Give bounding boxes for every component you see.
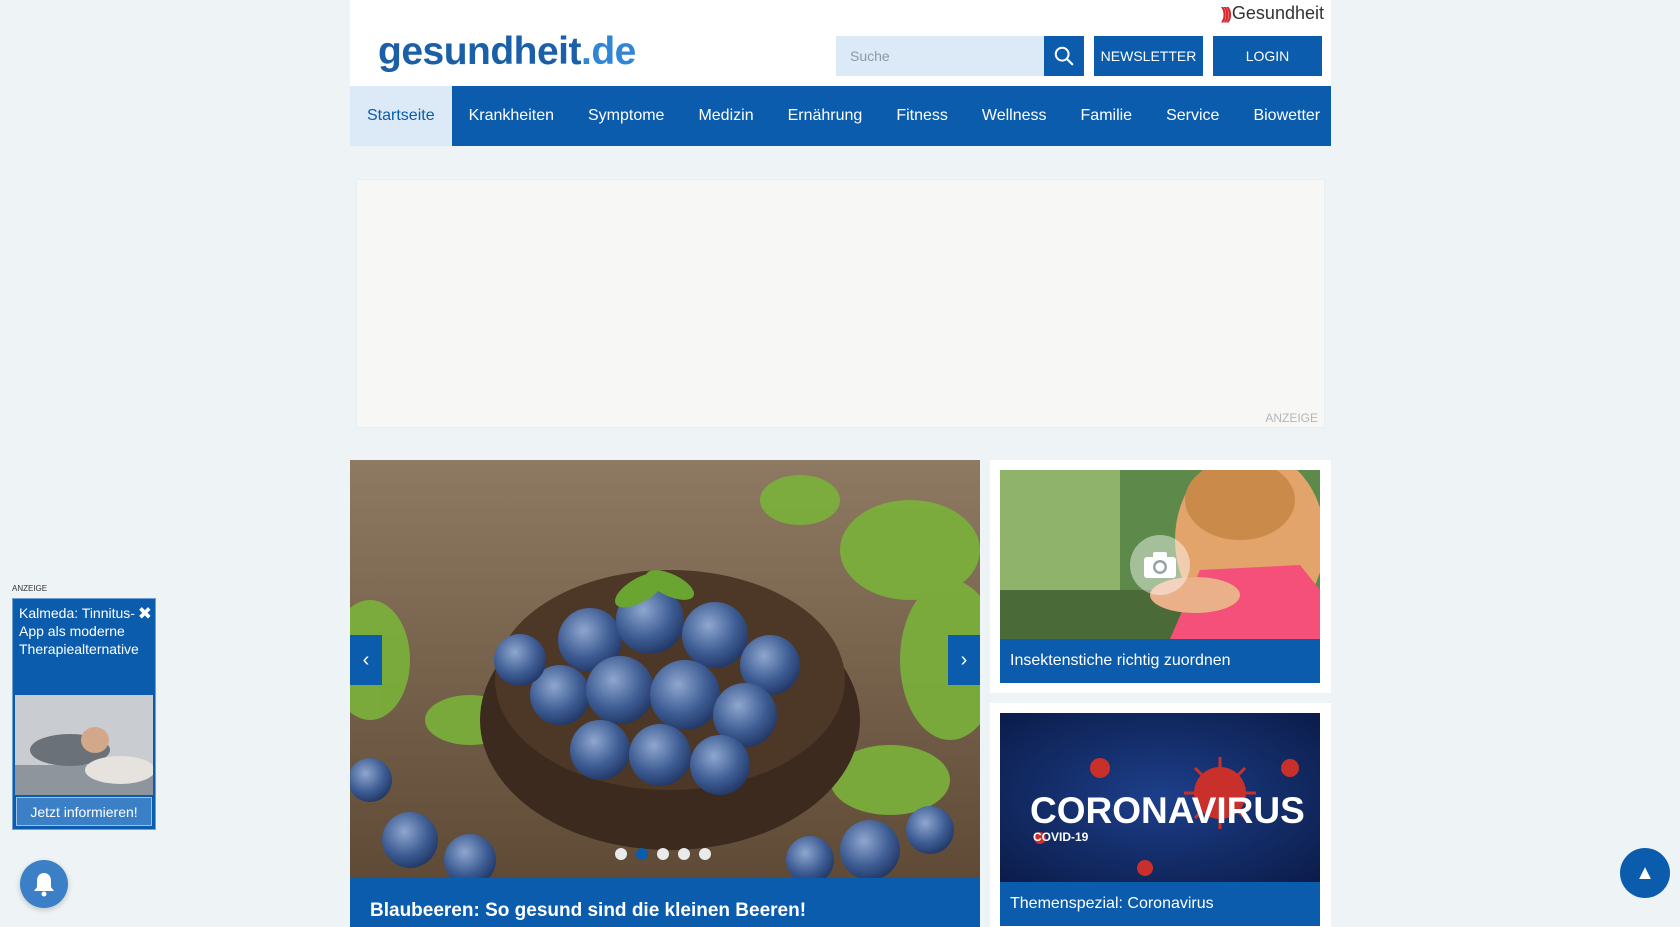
logo-main: gesundheit [378, 30, 582, 73]
search-button[interactable] [1044, 36, 1084, 76]
notification-bell-button[interactable] [20, 860, 68, 908]
bell-icon [34, 873, 54, 897]
nav-item-familie[interactable]: Familie [1064, 86, 1150, 146]
coronavirus-image-title: CORONAVIRUS [1030, 790, 1305, 831]
nav-item-ernaehrung[interactable]: Ernährung [771, 86, 880, 146]
hero-caption[interactable]: Blaubeeren: So gesund sind die kleinen B… [350, 878, 980, 927]
nav-item-biowetter[interactable]: Biowetter [1236, 86, 1337, 146]
insect-bite-image [1000, 470, 1320, 639]
nav-item-symptome[interactable]: Symptome [571, 86, 681, 146]
logo-tld: .de [581, 30, 636, 73]
blueberries-image [350, 460, 980, 878]
slider-dots [615, 848, 711, 860]
close-icon[interactable]: ✖ [138, 604, 152, 624]
slider-prev-button[interactable]: ‹ [350, 635, 382, 685]
brand-marks-icon: ))) [1220, 3, 1232, 23]
main-nav: Startseite Krankheiten Symptome Medizin … [350, 86, 1331, 146]
nav-item-service[interactable]: Service [1149, 86, 1236, 146]
nav-item-medizin[interactable]: Medizin [681, 86, 770, 146]
site-header: ))) Gesundheit gesundheit.de NEWSLETTER … [350, 0, 1331, 86]
nav-item-krankheiten[interactable]: Krankheiten [452, 86, 571, 146]
teaser-card-coronavirus[interactable]: CORONAVIRUS COVID-19 Themenspezial: Coro… [990, 703, 1331, 927]
coronavirus-image-subtitle: COVID-19 [1033, 830, 1089, 844]
slider-dot[interactable] [657, 848, 669, 860]
popup-ad[interactable]: Kalmeda: Tinnitus-App als moderne Therap… [12, 598, 156, 830]
ad-label: ANZEIGE [1265, 411, 1318, 425]
ad-banner[interactable]: ANZEIGE [356, 179, 1325, 428]
popup-ad-text[interactable]: Kalmeda: Tinnitus-App als moderne Therap… [19, 604, 139, 658]
nav-item-fitness[interactable]: Fitness [879, 86, 965, 146]
teaser-card-insektenstiche[interactable]: Insektenstiche richtig zuordnen [990, 460, 1331, 693]
hero-slider[interactable]: ‹ › Blaubeeren: So gesund sind die klein… [350, 460, 980, 927]
teaser-caption[interactable]: Insektenstiche richtig zuordnen [1000, 639, 1320, 683]
slider-next-button[interactable]: › [948, 635, 980, 685]
brand-gesundheit[interactable]: ))) Gesundheit [1221, 3, 1324, 24]
teaser-caption[interactable]: Themenspezial: Coronavirus [1000, 882, 1320, 926]
slider-dot[interactable] [615, 848, 627, 860]
search-input[interactable] [836, 36, 1044, 76]
site-logo[interactable]: gesundheit.de [378, 30, 636, 74]
search-icon [1054, 46, 1074, 66]
slider-dot[interactable] [678, 848, 690, 860]
popup-ad-label: ANZEIGE [12, 584, 48, 593]
popup-ad-cta-button[interactable]: Jetzt informieren! [16, 797, 152, 826]
popup-ad-image [15, 695, 153, 795]
login-button[interactable]: LOGIN [1213, 36, 1322, 76]
newsletter-button[interactable]: NEWSLETTER [1094, 36, 1203, 76]
slider-dot-active[interactable] [636, 848, 648, 860]
back-to-top-button[interactable]: ▲ [1620, 848, 1670, 898]
slider-dot[interactable] [699, 848, 711, 860]
coronavirus-image: CORONAVIRUS COVID-19 [1000, 713, 1320, 882]
nav-item-startseite[interactable]: Startseite [350, 86, 452, 146]
brand-top-label: Gesundheit [1231, 3, 1324, 23]
nav-item-wellness[interactable]: Wellness [965, 86, 1064, 146]
camera-icon [1130, 535, 1190, 595]
